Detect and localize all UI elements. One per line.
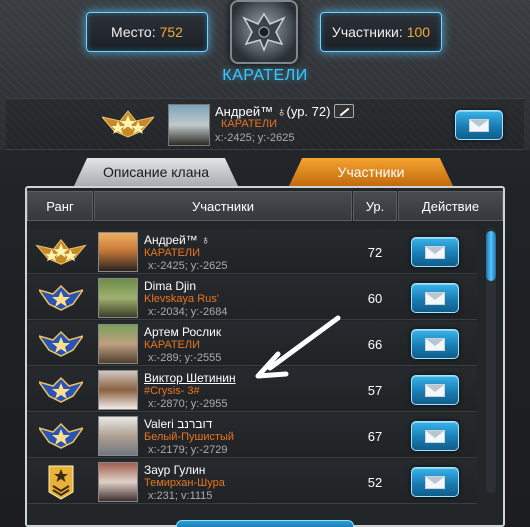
message-member-button[interactable] xyxy=(411,467,459,497)
member-coords: x:-2425; y:-2625 xyxy=(148,260,228,272)
column-rank[interactable]: Ранг xyxy=(27,191,93,221)
clan-title: КАРАТЕЛИ xyxy=(222,67,308,84)
clan-leader-panel: Андрей™ ♁(ур. 72) КАРАТЕЛИ x:-2425; y:-2… xyxy=(6,98,524,150)
leader-coords: x:-2425; y:-2625 xyxy=(215,132,295,144)
column-members[interactable]: Участники xyxy=(94,191,352,221)
scrollbar-thumb[interactable] xyxy=(486,231,496,281)
rank-cell xyxy=(27,414,95,458)
member-level: 60 xyxy=(367,290,383,306)
member-level: 66 xyxy=(367,336,383,352)
bottom-action-button[interactable] xyxy=(176,520,354,527)
place-value: 752 xyxy=(159,24,183,40)
leader-name[interactable]: Андрей™ ♁(ур. 72) xyxy=(215,104,355,119)
place-stat: Место: 752 xyxy=(86,12,208,52)
leader-clan: КАРАТЕЛИ xyxy=(221,118,278,130)
member-level: 52 xyxy=(367,474,383,490)
member-coords: x:-2034; y:-2684 xyxy=(148,306,228,318)
avatar[interactable] xyxy=(98,278,138,318)
avatar[interactable] xyxy=(98,416,138,456)
rank-cell xyxy=(27,368,95,412)
officer-star-badge-icon xyxy=(39,284,83,311)
member-clan: Темирхан-Шура xyxy=(144,477,225,489)
clan-emblem-icon xyxy=(230,0,298,64)
tab-clan-description[interactable]: Описание клана xyxy=(74,158,238,186)
leader-three-star-badge-icon xyxy=(102,110,154,138)
member-level: 57 xyxy=(367,382,383,398)
members-stat: Участники: 100 xyxy=(320,12,442,52)
rank-cell xyxy=(27,276,95,320)
avatar[interactable] xyxy=(98,324,138,364)
leader-avatar[interactable] xyxy=(168,104,210,146)
member-name[interactable]: Dima Djin xyxy=(144,279,196,293)
member-name[interactable]: Valeri דוברנב xyxy=(144,417,212,431)
edit-pencil-icon[interactable] xyxy=(334,104,355,118)
member-name[interactable]: Артем Рослик xyxy=(144,325,221,339)
envelope-icon xyxy=(425,429,445,443)
member-clan: Белый-Пушистый xyxy=(144,431,235,443)
tab-members[interactable]: Участники xyxy=(289,158,453,186)
table-row[interactable]: Андрей™ ♁ КАРАТЕЛИ x:-2425; y:-2625 72 xyxy=(27,230,477,274)
members-value: 100 xyxy=(406,24,431,40)
member-name[interactable]: Заур Гулин xyxy=(144,463,205,477)
envelope-icon xyxy=(469,118,489,132)
annotation-arrow-icon xyxy=(255,315,341,379)
rank-cell xyxy=(27,322,95,366)
avatar[interactable] xyxy=(98,462,138,502)
column-level[interactable]: Ур. xyxy=(353,191,397,221)
member-coords: x:-2179; y:-2729 xyxy=(148,444,228,456)
envelope-icon xyxy=(425,475,445,489)
member-coords: x:-2870; y:-2955 xyxy=(148,398,228,410)
member-level: 67 xyxy=(367,428,383,444)
table-row[interactable]: Valeri דוברנב Белый-Пушистый x:-2179; y:… xyxy=(27,414,477,458)
member-name[interactable]: Андрей™ ♁ xyxy=(144,233,210,247)
message-member-button[interactable] xyxy=(411,329,459,359)
member-clan: Klevskaya Rus' xyxy=(144,293,219,305)
member-name[interactable]: Виктор Шетинин xyxy=(144,371,236,385)
place-label: Место: xyxy=(111,24,156,40)
officer-star-badge-icon xyxy=(39,330,83,357)
officer-star-badge-icon xyxy=(39,422,83,449)
envelope-icon xyxy=(425,245,445,259)
member-coords: x:-289; y:-2555 xyxy=(148,352,222,364)
member-clan: КАРАТЕЛИ xyxy=(144,339,201,351)
rank-cell xyxy=(27,460,95,504)
envelope-icon xyxy=(425,291,445,305)
rank-cell xyxy=(27,230,95,274)
table-row[interactable]: Заур Гулин Темирхан-Шура x:231; v:1115 5… xyxy=(27,460,477,504)
sergeant-chevron-badge-icon xyxy=(48,465,74,500)
message-leader-button[interactable] xyxy=(455,110,503,140)
message-member-button[interactable] xyxy=(411,283,459,313)
leader-three-star-badge-icon xyxy=(35,239,87,265)
table-header: Ранг Участники Ур. Действие xyxy=(27,191,503,221)
avatar[interactable] xyxy=(98,370,138,410)
message-member-button[interactable] xyxy=(411,237,459,267)
member-clan: КАРАТЕЛИ xyxy=(144,247,201,259)
member-clan: #Crysis- 3# xyxy=(144,385,200,397)
member-coords: x:231; v:1115 xyxy=(148,490,213,502)
members-label: Участники: xyxy=(331,24,403,40)
envelope-icon xyxy=(425,337,445,351)
message-member-button[interactable] xyxy=(411,375,459,405)
officer-star-badge-icon xyxy=(39,376,83,403)
member-level: 72 xyxy=(367,244,383,260)
message-member-button[interactable] xyxy=(411,421,459,451)
avatar[interactable] xyxy=(98,232,138,272)
column-action: Действие xyxy=(398,191,503,221)
envelope-icon xyxy=(425,383,445,397)
